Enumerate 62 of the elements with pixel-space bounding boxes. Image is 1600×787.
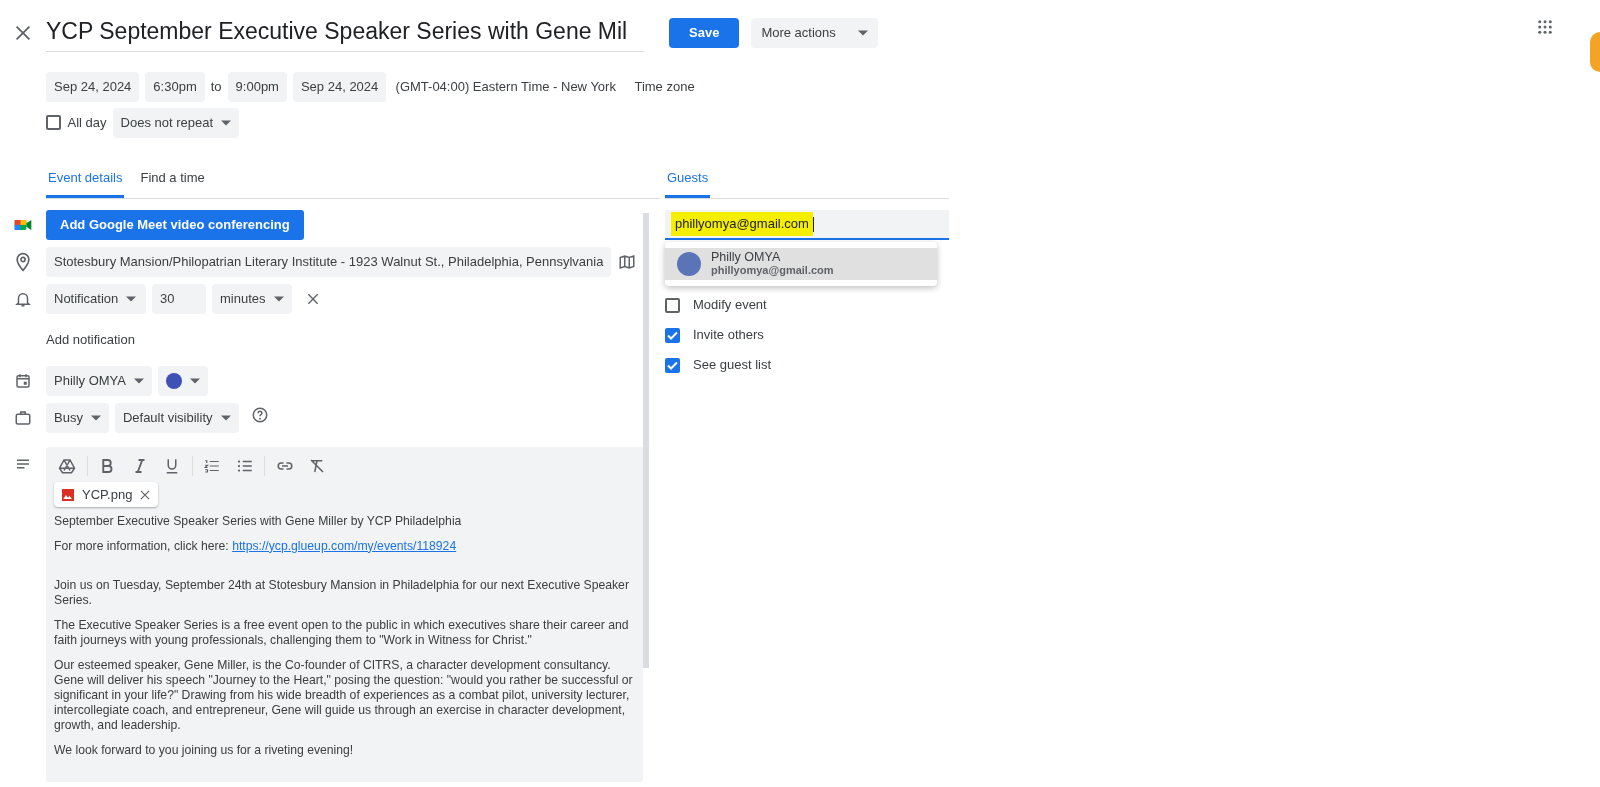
tab[interactable]: Find a time (138, 161, 207, 198)
add-meet-button[interactable]: Add Google Meet video conferencing (46, 210, 304, 240)
permission-checkbox[interactable] (665, 327, 680, 343)
avatar (677, 252, 701, 276)
to-label: to (210, 77, 222, 96)
checkbox-label: See guest list (693, 356, 772, 375)
end-time-field[interactable]: 9:00pm (227, 71, 287, 102)
attachment-chip[interactable]: YCP.png (54, 481, 159, 508)
caret-icon (858, 29, 869, 36)
more-actions-button[interactable]: More actions (751, 17, 879, 48)
caret-icon (220, 414, 231, 421)
all-day-checkbox[interactable] (46, 115, 61, 130)
map-icon[interactable] (618, 253, 637, 271)
guests-tab[interactable]: Guests (665, 161, 711, 198)
location-field[interactable]: Stotesbury Mansion/Philopatrian Literary Institute - 1923 Walnut St., Philadelphia, Pennsylvania (46, 247, 612, 277)
caret-icon (221, 119, 232, 126)
description-paragraph: We look forward to you joining us for a riveting evening! (54, 742, 355, 758)
briefcase-icon (14, 408, 32, 427)
time-zone-button[interactable]: Time zone (628, 75, 701, 98)
repeat-dropdown[interactable]: Does not repeat (112, 107, 240, 138)
apps-icon[interactable] (1536, 18, 1554, 36)
guest-input-field[interactable]: phillyomya@gmail.com (665, 210, 949, 240)
checkbox-label: Invite others (693, 326, 764, 345)
availability-dropdown[interactable]: Busy (46, 402, 109, 433)
title-field[interactable]: YCP September Executive Speaker Series with Gene Mil (46, 14, 644, 52)
notification-type-dropdown[interactable]: Notification (46, 284, 146, 314)
guest-email: phillyomya@gmail.com (711, 264, 834, 277)
save-button[interactable]: Save (669, 17, 740, 48)
checkbox-label: All day (67, 113, 107, 132)
guest-suggestion[interactable]: Philly OMYA phillyomya@gmail.com (665, 248, 937, 280)
caret-icon (273, 296, 284, 302)
color-dropdown[interactable] (158, 365, 208, 396)
description-paragraph: September Executive Speaker Series with Gene Miller by YCP Philadelphia (54, 513, 463, 529)
location-icon (13, 252, 33, 272)
notification-value-field[interactable]: 30 (152, 284, 206, 314)
caret-icon (190, 377, 200, 384)
start-time-field[interactable]: 6:30pm (145, 71, 205, 102)
caret-icon (90, 414, 101, 421)
description-paragraph: The Executive Speaker Series is a free event open to the public in which executives share their career and faith journeys with young professionals, challenging them to "Work in Witness for Christ." (54, 617, 630, 648)
start-date-field[interactable]: Sep 24, 2024 (46, 71, 140, 102)
end-date-field[interactable]: Sep 24, 2024 (292, 71, 387, 102)
guest-name: Philly OMYA (711, 251, 782, 264)
scrollbar[interactable] (643, 213, 649, 668)
notification-unit-dropdown[interactable]: minutes (212, 284, 292, 314)
tab[interactable]: Event details (46, 161, 125, 198)
timezone-text: (GMT-04:00) Eastern Time - New York (395, 77, 616, 96)
image-file-icon (60, 486, 76, 503)
permission-checkbox[interactable] (665, 357, 680, 373)
help-icon[interactable] (251, 405, 269, 424)
calendar-icon (14, 371, 32, 390)
permission-checkbox[interactable] (665, 297, 680, 313)
description-paragraph: Our esteemed speaker, Gene Miller, is the Co-founder of CITRS, a character development consultancy. Gene will deliver his speech "Journey to the Heart," posing the question: "would you rather be successful or significant in your life?" Drawing from his wide breadth of experiences as a combat pilot, university lecturer, intercollegiate coach, and entrepreneur, Gene will guide us through an exercise in character development, growth, and leadership. (54, 657, 634, 733)
description-paragraph: Join us on Tuesday, September 24th at Stotesbury Mansion in Philadelphia for our next Executive Speaker Series. (54, 577, 630, 608)
caret-icon (134, 377, 144, 384)
checkbox-label: Modify event (693, 296, 767, 315)
visibility-dropdown[interactable]: Default visibility (114, 402, 239, 433)
calendar-dropdown[interactable]: Philly OMYA (46, 365, 152, 396)
event-link[interactable]: https://ycp.glueup.com/my/events/118924 (232, 538, 457, 553)
add-notification-button[interactable]: Add notification (46, 330, 135, 350)
description-paragraph: For more information, click here: https://ycp.glueup.com/my/events/118924 (54, 538, 458, 554)
caret-icon (126, 296, 137, 302)
bell-icon (14, 290, 32, 308)
